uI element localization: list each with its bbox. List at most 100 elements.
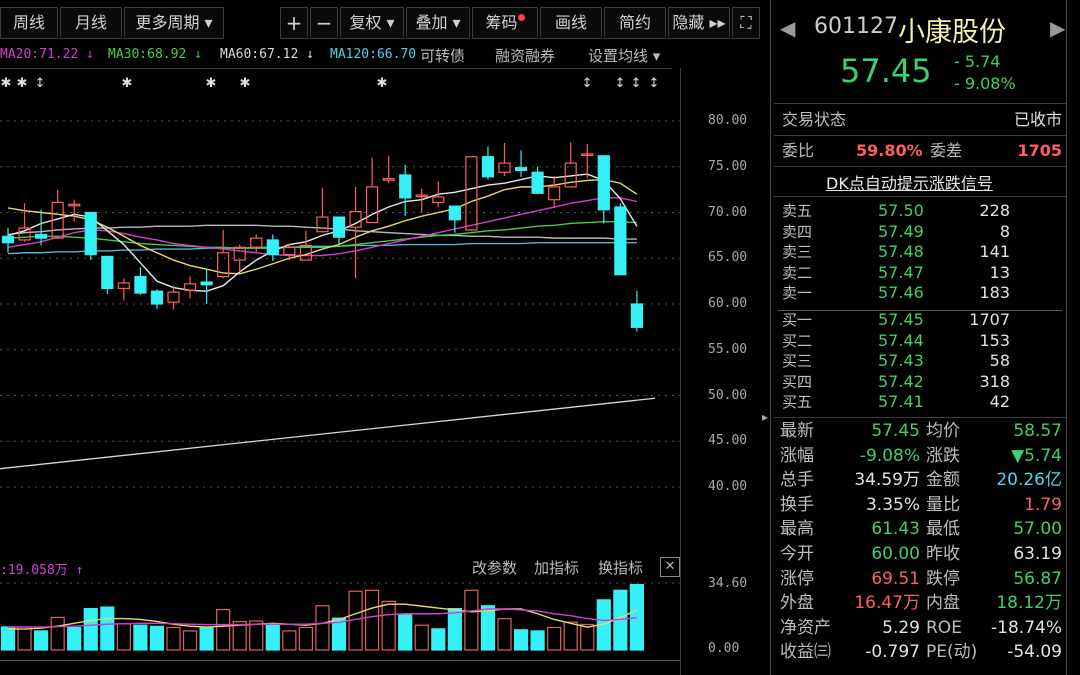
stat-row: 最高 61.43 最低 57.00: [774, 518, 1066, 540]
buy-level-row: 买一 57.45 1707: [774, 309, 1066, 331]
stat-label: 均价: [926, 421, 960, 441]
stat-row: 今开 60.00 昨收 63.19: [774, 543, 1066, 565]
signal-marker-icon: ✱: [377, 76, 388, 91]
volume-legend: :19.058万 ↑: [0, 563, 84, 578]
volume-bar-down: [265, 623, 280, 651]
volume-bar-up: [17, 626, 32, 651]
candle-down: [266, 239, 279, 256]
level-volume: 153: [979, 330, 1010, 350]
weidiff-label: 委差: [930, 141, 963, 160]
next-stock-icon[interactable]: ▶: [1050, 16, 1065, 40]
stat-row: 最新 57.45 均价 58.57: [774, 420, 1066, 442]
ma120-line: [7, 241, 637, 255]
close-indicator-icon[interactable]: ✕: [660, 557, 680, 577]
panel-divider: [0, 660, 680, 661]
buy-level-row: 买三 57.43 58: [774, 350, 1066, 372]
volume-bar-down: [513, 629, 529, 651]
divider: [774, 135, 1066, 136]
trade-status-row: 交易状态 已收市: [774, 109, 1066, 131]
level-price: 57.42: [878, 371, 924, 391]
volume-bar-down: [149, 625, 165, 651]
candle-down: [399, 174, 412, 199]
volume-bar-up: [497, 618, 512, 651]
stat-row: 外盘 16.47万 内盘 18.12万: [774, 592, 1066, 614]
sell-level-row: 卖一 57.46 183: [774, 282, 1066, 304]
stat-value: -0.797: [865, 642, 920, 663]
add-indicator-button[interactable]: 加指标: [534, 557, 579, 578]
volume-bar-up: [563, 621, 578, 651]
price-axis-label: 60.00: [708, 296, 748, 311]
volume-bar-down: [199, 627, 214, 651]
volume-axis-zero: 0.00: [708, 641, 740, 656]
stat-label: 换手: [780, 494, 814, 515]
level-price: 57.49: [878, 221, 924, 241]
level-label: 买四: [782, 372, 813, 391]
stat-value: -18.74%: [991, 617, 1062, 638]
signal-marker-icon: ✱: [17, 76, 28, 91]
volume-bar-down: [431, 628, 446, 651]
prev-stock-icon[interactable]: ◀: [780, 16, 795, 40]
stat-value: 18.12万: [996, 593, 1062, 614]
volume-bar-down: [480, 605, 496, 651]
volume-bar-down: [530, 630, 545, 651]
stat-label: 外盘: [780, 593, 814, 614]
level-price: 57.45: [878, 310, 924, 329]
candle-down: [84, 211, 97, 256]
right-panel-edge: [1066, 0, 1067, 675]
stat-row: 涨停 69.51 跌停 56.87: [774, 568, 1066, 590]
trade-status-value: 已收市: [1013, 110, 1062, 129]
signal-marker-icon: ✱: [1, 76, 12, 91]
stat-label: 今开: [780, 544, 814, 564]
stat-value: 34.59万: [854, 470, 920, 491]
switch-indicator-button[interactable]: 换指标: [598, 557, 643, 578]
stat-value: 60.00: [871, 544, 920, 564]
volume-bar-up: [365, 589, 380, 651]
level-volume: 13: [989, 262, 1010, 282]
level-label: 买五: [782, 393, 813, 411]
collapse-panel-icon[interactable]: ▸: [762, 410, 770, 440]
candle-up: [465, 156, 478, 231]
edit-params-button[interactable]: 改参数: [472, 557, 517, 578]
stat-value: 61.43: [871, 519, 920, 540]
stat-value: 20.26亿: [996, 470, 1062, 491]
candle-down: [332, 216, 346, 238]
stat-value: -9.08%: [859, 445, 920, 466]
price-axis-label: 65.00: [708, 250, 748, 266]
sell-level-row: 卖四 57.49 8: [774, 221, 1066, 243]
volume-bar-up: [464, 589, 479, 651]
price-axis-label: 80.00: [708, 113, 748, 128]
stat-label: 昨收: [926, 544, 960, 564]
level-label: 买三: [782, 352, 813, 370]
kline-chart[interactable]: ✱ ✱ ↕ ✱ ✱ ✱ ✱ ↕ ↕ ↕ ↕: [0, 0, 770, 675]
level-label: 买一: [782, 311, 813, 329]
ma250-line: [0, 397, 656, 470]
signal-marker-icon: ↕: [631, 76, 642, 91]
level-price: 57.50: [878, 201, 924, 220]
quote-panel: ◀ 601127 小康股份 ▶ 57.45 - 5.74 - 9.08% 交易状…: [774, 0, 1066, 675]
stat-row: 涨幅 -9.08% 涨跌 ▼5.74: [774, 445, 1066, 467]
stat-label: 净资产: [780, 617, 831, 638]
signal-marker-icon: ↕: [35, 76, 46, 91]
price-axis-label: 55.00: [708, 341, 748, 357]
price-change-pct: - 9.08%: [954, 74, 1016, 93]
level-volume: 228: [979, 201, 1010, 220]
stat-value: 5.29: [882, 617, 920, 638]
level-volume: 8: [999, 221, 1010, 241]
volume-bar-up: [249, 620, 264, 651]
level-volume: 42: [989, 392, 1010, 411]
volume-bar-down: [67, 626, 82, 651]
buy-level-row: 买五 57.41 42: [774, 391, 1066, 413]
signal-marker-icon: ✱: [240, 76, 251, 91]
signal-marker-icon: ↕: [582, 76, 593, 91]
level-label: 卖五: [782, 202, 813, 220]
buy-level-row: 买四 57.42 318: [774, 371, 1066, 393]
stat-label: 总手: [780, 470, 814, 491]
candle-down: [531, 171, 544, 194]
stock-code: 601127: [814, 14, 898, 39]
volume-bar-down: [629, 583, 645, 651]
dk-signal-link[interactable]: DK点自动提示涨跌信号: [826, 170, 993, 194]
candle-down: [630, 303, 644, 328]
buy-level-row: 买二 57.44 153: [774, 330, 1066, 352]
level-label: 卖三: [782, 243, 813, 261]
level-price: 57.47: [878, 262, 924, 282]
